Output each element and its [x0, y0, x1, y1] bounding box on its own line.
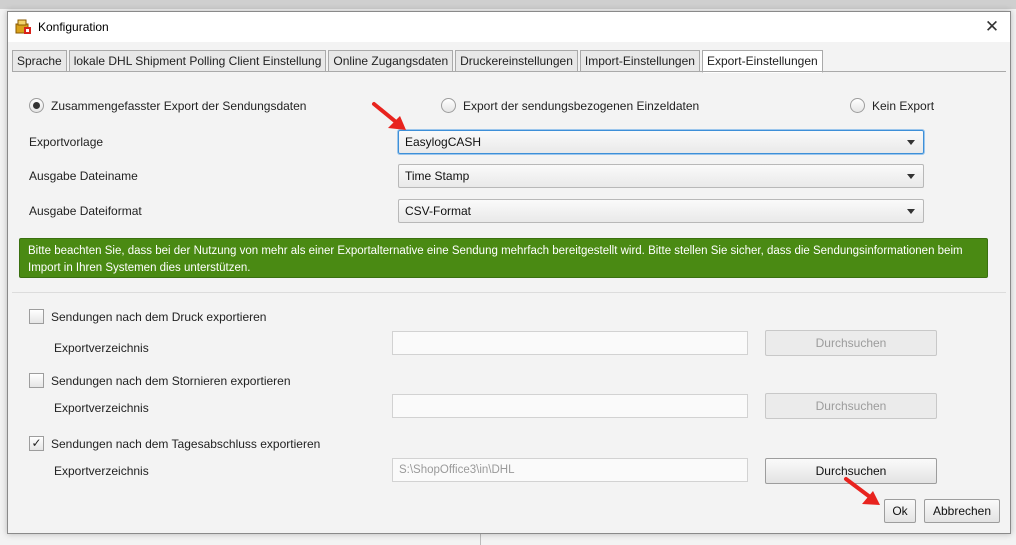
chevron-down-icon — [907, 174, 915, 179]
configuration-dialog: Konfiguration ✕ Sprache lokale DHL Shipm… — [7, 11, 1011, 534]
filename-select[interactable]: Time Stamp — [398, 164, 924, 188]
filename-value: Time Stamp — [405, 169, 470, 183]
tab-bar: Sprache lokale DHL Shipment Polling Clie… — [12, 50, 825, 73]
filename-label: Ausgabe Dateiname — [29, 169, 138, 183]
radio-label: Zusammengefasster Export der Sendungsdat… — [51, 98, 307, 113]
template-value: EasylogCASH — [405, 135, 482, 149]
checkmark-icon[interactable]: ✓ — [29, 436, 44, 451]
browse-button-print[interactable]: Durchsuchen — [765, 330, 937, 356]
chevron-down-icon — [907, 209, 915, 214]
chevron-down-icon — [907, 140, 915, 145]
radio-summarized-export[interactable]: Zusammengefasster Export der Sendungsdat… — [29, 98, 306, 113]
radio-button[interactable] — [441, 98, 456, 113]
fileformat-value: CSV-Format — [405, 204, 472, 218]
fileformat-label: Ausgabe Dateiformat — [29, 204, 142, 218]
checkbox-box[interactable] — [29, 309, 44, 324]
tab-online-zugangsdaten[interactable]: Online Zugangsdaten — [328, 50, 454, 72]
info-notice: Bitte beachten Sie, dass bei der Nutzung… — [19, 238, 988, 278]
template-select[interactable]: EasylogCASH — [398, 130, 924, 154]
annotation-arrow-icon — [372, 102, 406, 130]
export-dir-label: Exportverzeichnis — [54, 341, 149, 355]
background-app-strip — [0, 0, 1016, 9]
checkbox-label: Sendungen nach dem Tagesabschluss export… — [51, 436, 321, 451]
radio-individual-export[interactable]: Export der sendungsbezogenen Einzeldaten — [441, 98, 699, 113]
checkbox-label: Sendungen nach dem Druck exportieren — [51, 309, 267, 324]
checkbox-export-after-cancel[interactable]: Sendungen nach dem Stornieren exportiere… — [29, 373, 291, 388]
tab-shipment-polling[interactable]: lokale DHL Shipment Polling Client Einst… — [68, 50, 327, 72]
ok-button[interactable]: Ok — [884, 499, 916, 523]
radio-label: Kein Export — [872, 98, 935, 113]
checkbox-box[interactable] — [29, 373, 44, 388]
tab-content-border — [12, 71, 1006, 72]
radio-label: Export der sendungsbezogenen Einzeldaten — [463, 98, 700, 113]
app-icon — [15, 19, 31, 34]
tab-export-einstellungen[interactable]: Export-Einstellungen — [701, 50, 823, 73]
radio-no-export[interactable]: Kein Export — [850, 98, 934, 113]
cancel-button[interactable]: Abbrechen — [924, 499, 1000, 523]
export-dir-input-cancel[interactable] — [392, 394, 748, 418]
annotation-arrow-icon — [844, 477, 880, 505]
browse-button-cancel[interactable]: Durchsuchen — [765, 393, 937, 419]
fileformat-select[interactable]: CSV-Format — [398, 199, 924, 223]
export-dir-label: Exportverzeichnis — [54, 401, 149, 415]
window-title: Konfiguration — [38, 20, 109, 34]
radio-button[interactable] — [850, 98, 865, 113]
close-button[interactable]: ✕ — [980, 15, 1004, 39]
export-dir-label: Exportverzeichnis — [54, 464, 149, 478]
tab-sprache[interactable]: Sprache — [12, 50, 67, 72]
checkbox-export-after-print[interactable]: Sendungen nach dem Druck exportieren — [29, 309, 266, 324]
export-dir-input-closing[interactable] — [392, 458, 748, 482]
checkbox-label: Sendungen nach dem Stornieren exportiere… — [51, 373, 291, 388]
tab-import-einstellungen[interactable]: Import-Einstellungen — [579, 50, 700, 72]
divider — [12, 292, 1006, 293]
radio-button-checked[interactable] — [29, 98, 44, 113]
template-label: Exportvorlage — [29, 135, 104, 149]
checkbox-export-after-closing[interactable]: ✓ Sendungen nach dem Tagesabschluss expo… — [29, 436, 320, 451]
title-bar: Konfiguration ✕ — [8, 12, 1010, 42]
export-dir-input-print[interactable] — [392, 331, 748, 355]
tab-druckereinstellungen[interactable]: Druckereinstellungen — [455, 50, 578, 72]
